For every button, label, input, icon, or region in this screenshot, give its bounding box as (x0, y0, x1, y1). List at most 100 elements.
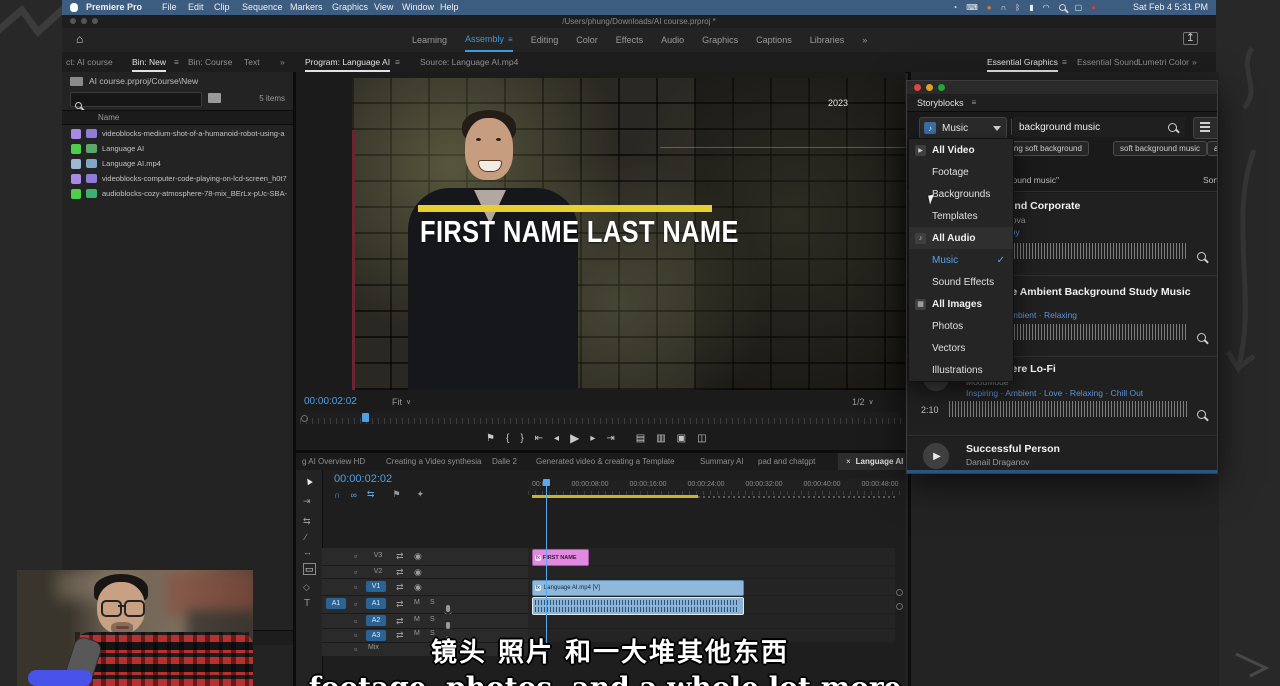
right-tabs-overflow-icon[interactable]: » (1192, 57, 1197, 67)
find-similar-icon[interactable] (1197, 333, 1206, 342)
snap-icon[interactable]: ∩ (334, 490, 340, 500)
suggestion-chip[interactable]: soft background music (1113, 141, 1207, 156)
lock-icon[interactable]: ▫ (354, 616, 357, 626)
menu-item-templates[interactable]: Templates (909, 205, 1013, 227)
tab-text[interactable]: Text (244, 57, 260, 67)
menu-clip[interactable]: Clip (214, 2, 230, 12)
storyblocks-panel-menu-icon[interactable]: ≡ (972, 98, 977, 107)
menu-markers[interactable]: Markers (290, 2, 323, 12)
battery-icon[interactable]: ▮ (1029, 3, 1033, 12)
workspace-tab-menu-icon[interactable]: ≡ (508, 35, 513, 44)
extract-button[interactable]: ▥ (656, 433, 665, 444)
workspace-tab-color[interactable]: Color (576, 35, 598, 45)
file-name[interactable]: videoblocks-computer-code-playing-on-lcd… (102, 174, 287, 183)
selection-tool[interactable]: ▲ (302, 474, 316, 489)
bluetooth-icon[interactable]: ᛒ (1015, 3, 1020, 12)
menu-item-illustrations[interactable]: Illustrations (909, 359, 1013, 381)
lane-a2[interactable] (528, 614, 895, 628)
label-color-chip[interactable] (71, 129, 81, 139)
menubar-clock[interactable]: Sat Feb 4 5:31 PM (1133, 2, 1208, 12)
step-forward-button[interactable]: ▸ (590, 433, 595, 444)
label-color-chip[interactable] (71, 174, 81, 184)
program-scrub-bar[interactable] (300, 412, 901, 424)
table-row[interactable]: audioblocks-cozy-atmosphere-78-mix_BErLx… (62, 186, 293, 201)
file-name[interactable]: audioblocks-cozy-atmosphere-78-mix_BErLx… (102, 189, 287, 198)
video-clip[interactable]: fx Language AI.mp4 [V] (532, 580, 744, 596)
share-icon[interactable]: ↥ (1183, 32, 1198, 45)
zoom-level-select[interactable]: Fit∨ (392, 397, 411, 407)
table-row[interactable]: videoblocks-medium-shot-of-a-humanoid-ro… (62, 126, 293, 141)
workspace-tab-audio[interactable]: Audio (661, 35, 684, 45)
spotlight-icon[interactable] (1059, 4, 1066, 11)
workspace-tab-assembly[interactable]: Assembly≡ (465, 28, 513, 52)
label-color-chip[interactable] (71, 189, 81, 199)
storyblocks-category-select[interactable]: ♪ Music (919, 117, 1007, 139)
add-marker-button[interactable]: ⚑ (486, 433, 495, 444)
timeline-playhead-cap[interactable] (543, 479, 550, 486)
work-area-bar[interactable] (532, 495, 698, 498)
slip-tool[interactable]: ↔ (303, 547, 312, 557)
display-icon[interactable]: ▢ (1075, 3, 1083, 12)
menu-file[interactable]: File (162, 2, 177, 12)
lock-icon[interactable]: ▫ (354, 551, 357, 561)
window-close-button[interactable] (914, 84, 921, 91)
tab-storyblocks[interactable]: Storyblocks (917, 98, 964, 108)
ripple-sequence-icon[interactable]: ⇆ (367, 489, 375, 500)
tab-essential-graphics-menu-icon[interactable]: ≡ (1062, 57, 1067, 67)
waveform[interactable] (949, 401, 1189, 417)
screen-record-icon[interactable]: ◔ (952, 3, 957, 12)
mute-button[interactable]: M (414, 616, 420, 623)
source-patch-a1[interactable]: A1 (326, 598, 346, 609)
solo-button[interactable]: S (430, 599, 435, 606)
sequence-tab[interactable]: Dalle 2 (492, 457, 517, 466)
tab-bin-new-menu-icon[interactable]: ≡ (174, 57, 179, 67)
suggestion-chip[interactable]: an (1207, 141, 1218, 156)
go-to-in-button[interactable]: ⇤ (535, 433, 543, 444)
track-name-v2[interactable]: V2 (368, 568, 388, 575)
workspace-tab-libraries[interactable]: Libraries (810, 35, 845, 45)
project-search-input[interactable] (70, 92, 202, 107)
headphones-icon[interactable]: ∩ (1001, 3, 1007, 12)
play-button[interactable]: ▶ (923, 443, 949, 469)
menu-help[interactable]: Help (440, 2, 459, 12)
track-tags[interactable]: Inspiring · Ambient · Love · Relaxing · … (966, 388, 1143, 398)
voiceover-record-icon[interactable] (446, 622, 450, 629)
workspace-tab-effects[interactable]: Effects (616, 35, 643, 45)
voiceover-record-icon[interactable] (446, 605, 450, 612)
hand-tool[interactable]: ◇ (303, 582, 310, 593)
menu-item-music[interactable]: Music ✓ (909, 249, 1013, 271)
track-name-v1[interactable]: V1 (366, 581, 386, 592)
audio-clip[interactable] (532, 597, 744, 615)
logo-dot-icon[interactable]: ● (987, 3, 992, 12)
window-zoom-button[interactable] (938, 84, 945, 91)
track-name-a1[interactable]: A1 (366, 598, 386, 609)
mute-button[interactable]: M (414, 599, 420, 606)
track-select-tool[interactable]: ⇥ (303, 496, 311, 507)
window-minimize-button[interactable] (926, 84, 933, 91)
record-dot-icon[interactable]: ● (1091, 3, 1096, 12)
tab-bin-course[interactable]: Bin: Course (188, 57, 232, 67)
timeline-settings-icon[interactable]: ✦ (417, 489, 425, 500)
sort-label[interactable]: Sort (1203, 175, 1218, 185)
find-similar-icon[interactable] (1197, 410, 1206, 419)
type-tool[interactable]: T (304, 598, 310, 609)
menu-view[interactable]: View (374, 2, 393, 12)
music-result-card[interactable]: ▶ Successful Person Danail Draganov (907, 437, 1217, 471)
table-row[interactable]: Language AI (62, 141, 293, 156)
menu-item-sound-effects[interactable]: Sound Effects (909, 271, 1013, 293)
track-output-eye-icon[interactable]: ◉ (414, 551, 422, 562)
menu-window[interactable]: Window (402, 2, 434, 12)
timeline-ruler[interactable]: 00:00 00:00:08:00 00:00:16:00 00:00:24:0… (528, 479, 905, 495)
new-bin-icon[interactable] (208, 93, 221, 103)
add-marker-icon[interactable]: ⚑ (392, 489, 400, 500)
project-list-header[interactable]: Name (62, 110, 293, 125)
file-name[interactable]: Language AI.mp4 (102, 159, 287, 168)
program-video-frame[interactable]: 2023 FIRST NAME LAST NAME (352, 78, 905, 390)
program-timecode[interactable]: 00:00:02:02 (304, 396, 357, 407)
workspace-tab-editing[interactable]: Editing (531, 35, 559, 45)
tab-program-menu-icon[interactable]: ≡ (395, 57, 400, 67)
menu-item-footage[interactable]: Footage (909, 161, 1013, 183)
storyblocks-search-input[interactable]: background music (1013, 117, 1185, 137)
project-tabs-overflow-icon[interactable]: » (280, 57, 285, 67)
sequence-tab[interactable]: g AI Overview HD (302, 457, 374, 466)
